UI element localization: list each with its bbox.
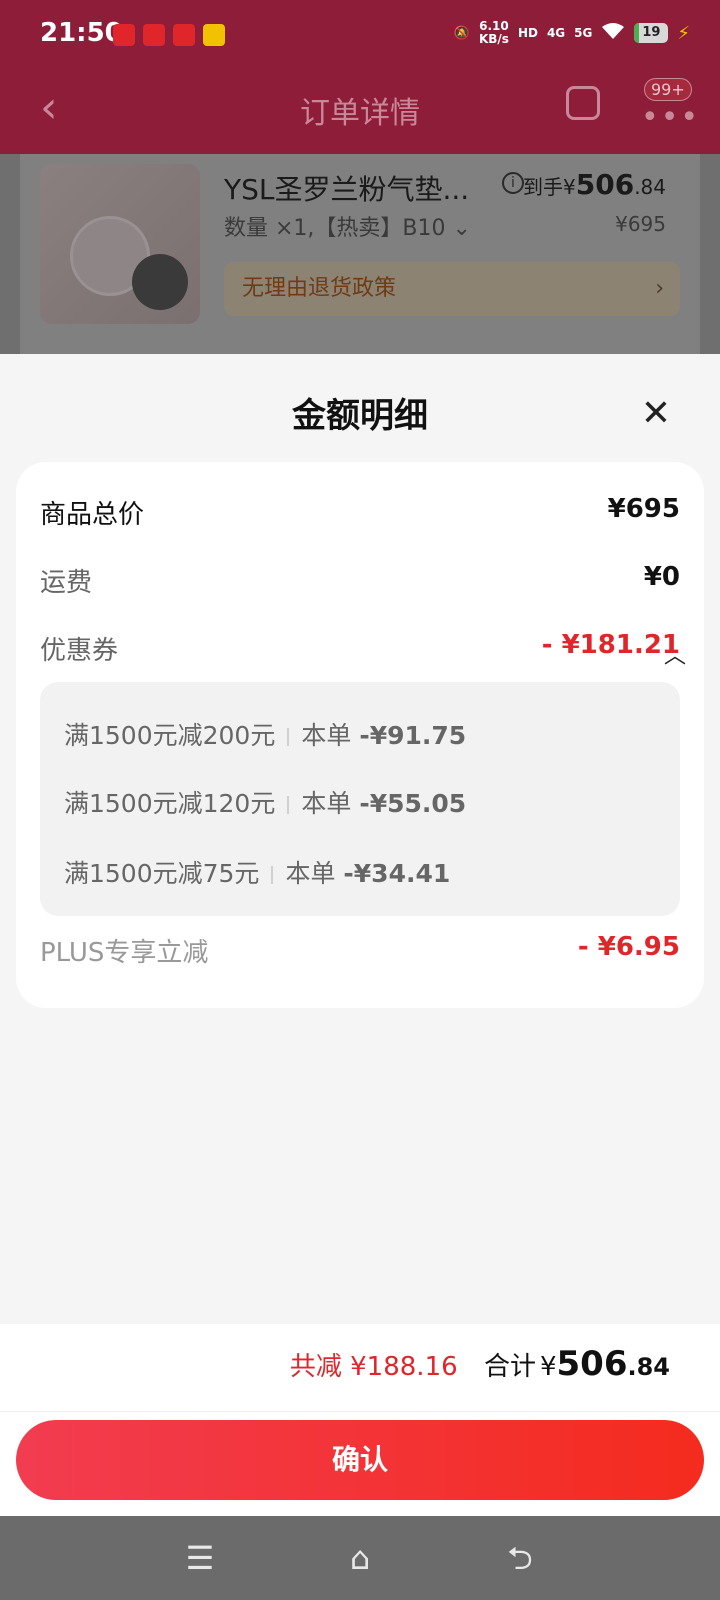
total-currency: ¥ <box>539 1352 557 1382</box>
status-bar: 21:50 🔕 6.10 KB/s HD 4G 5G 19 ⚡ <box>0 0 720 70</box>
divider <box>271 866 274 884</box>
wifi-icon <box>601 22 625 44</box>
product-spec: 数量 ×1,【热卖】B10 ⌄ <box>224 216 471 241</box>
summary-text: 共减 ¥188.16 合计 ¥506.84 <box>290 1344 670 1384</box>
confirm-area: 确认 <box>0 1412 720 1516</box>
signal-5g-icon: 5G <box>574 26 593 40</box>
divider <box>287 728 290 746</box>
app-notification-icon <box>143 24 165 46</box>
hd-icon: HD <box>517 26 538 40</box>
notification-icons <box>113 24 225 46</box>
coupon-line: 满1500元减200元 本单 -¥91.75 <box>64 721 467 750</box>
summary-bar: 共减 ¥188.16 合计 ¥506.84 <box>0 1324 720 1412</box>
share-icon[interactable] <box>566 86 600 120</box>
goods-total-value: ¥695 <box>607 494 680 524</box>
plus-discount-value: - ¥6.95 <box>577 932 680 962</box>
plus-discount-row: PLUS专享立减 - ¥6.95 <box>40 932 680 972</box>
order-background: YSL圣罗兰粉气垫... 数量 ×1,【热卖】B10 ⌄ i 到手¥506.84… <box>0 154 720 354</box>
confirm-button[interactable]: 确认 <box>16 1420 704 1500</box>
divider <box>287 796 290 814</box>
charging-icon: ⚡ <box>677 22 690 44</box>
coupon-value: - ¥181.21 <box>541 630 680 660</box>
mute-icon: 🔕 <box>453 25 470 41</box>
amount-detail-sheet: 金额明细 ✕ 商品总价 ¥695 运费 ¥0 优惠券 - ¥181.21 ︿ 满… <box>0 358 720 1324</box>
message-badge: 99+ <box>644 78 692 101</box>
status-indicators: 🔕 6.10 KB/s HD 4G 5G 19 ⚡ <box>454 20 690 46</box>
chevron-up-icon[interactable]: ︿ <box>664 638 686 670</box>
goods-total-label: 商品总价 <box>40 500 145 530</box>
order-item-card: YSL圣罗兰粉气垫... 数量 ×1,【热卖】B10 ⌄ i 到手¥506.84… <box>20 154 700 354</box>
sheet-title: 金额明细 <box>292 396 428 436</box>
app-notification-icon <box>113 24 135 46</box>
coupon-breakdown: 满1500元减200元 本单 -¥91.75 满1500元减120元 本单 -¥55… <box>40 682 680 916</box>
product-price: 到手¥506.84 <box>523 168 666 201</box>
coupon-label: 优惠券 <box>40 636 119 666</box>
network-speed: 6.10 KB/s <box>478 19 509 46</box>
coupon-line: 满1500元减75元 本单 -¥34.41 <box>64 859 451 888</box>
app-notification-icon <box>173 24 195 46</box>
battery-icon: 19 <box>634 23 669 43</box>
shipping-row: 运费 ¥0 <box>40 562 680 602</box>
saved-label: 共减 <box>289 1352 342 1382</box>
plus-discount-label: PLUS专享立减 <box>40 938 209 968</box>
close-icon[interactable]: ✕ <box>636 394 676 434</box>
header: ‹ 订单详情 ••• 99+ <box>0 70 720 154</box>
more-icon[interactable]: ••• <box>641 100 700 135</box>
goods-total-row: 商品总价 ¥695 <box>40 494 680 534</box>
total-decimal: .84 <box>627 1353 670 1381</box>
coupon-row[interactable]: 优惠券 - ¥181.21 <box>40 630 680 670</box>
total-integer: 506 <box>556 1344 628 1384</box>
amount-detail-card: 商品总价 ¥695 运费 ¥0 优惠券 - ¥181.21 ︿ 满1500元减2… <box>16 462 704 1008</box>
page-title: 订单详情 <box>300 96 420 131</box>
chevron-right-icon: › <box>655 276 664 301</box>
info-icon[interactable]: i <box>502 172 524 194</box>
return-policy[interactable]: 无理由退货政策 › <box>224 262 680 316</box>
product-image <box>40 164 200 324</box>
original-price: ¥695 <box>615 212 666 236</box>
total-label: 合计 <box>483 1352 536 1382</box>
back-nav-icon[interactable]: ⮌ <box>500 1538 540 1578</box>
signal-4g-icon: 4G <box>546 26 566 40</box>
home-icon[interactable]: ⌂ <box>340 1538 380 1578</box>
status-time: 21:50 <box>40 18 123 48</box>
system-nav-bar: ☰ ⌂ ⮌ <box>0 1516 720 1600</box>
coupon-line: 满1500元减120元 本单 -¥55.05 <box>64 789 467 818</box>
menu-icon[interactable]: ☰ <box>180 1538 220 1578</box>
shipping-value: ¥0 <box>643 562 680 592</box>
product-title: YSL圣罗兰粉气垫... <box>224 173 470 206</box>
saved-amount: ¥188.16 <box>350 1352 458 1382</box>
shipping-label: 运费 <box>40 568 93 598</box>
app-notification-icon <box>203 24 225 46</box>
